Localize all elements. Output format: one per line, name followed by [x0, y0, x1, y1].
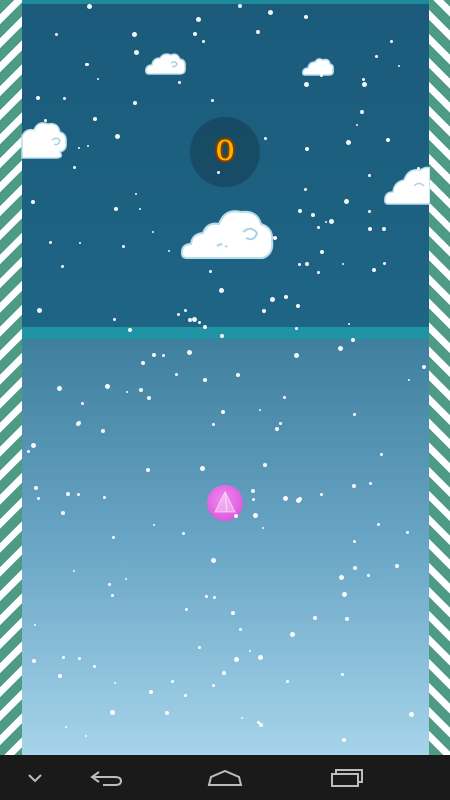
zone-divider-bar: [22, 327, 429, 339]
hide-keyboard-button[interactable]: [18, 755, 52, 800]
cloud-icon: [21, 122, 67, 159]
cloud-icon: [384, 166, 430, 205]
triangle-icon: [214, 490, 236, 513]
score-counter: 0: [214, 134, 237, 169]
left-striped-wall: [0, 0, 22, 755]
chevron-down-icon: [28, 773, 42, 782]
player-ball[interactable]: [207, 485, 243, 521]
recent-apps-button[interactable]: [322, 755, 372, 800]
back-arrow-icon: [90, 770, 123, 786]
home-button[interactable]: [200, 755, 250, 800]
score-badge: 0: [190, 117, 260, 187]
lower-sky-zone: [22, 339, 429, 755]
cloud-icon: [181, 210, 274, 259]
right-striped-wall: [429, 0, 450, 755]
game-screen[interactable]: 0: [0, 0, 450, 755]
top-edge-bar: [22, 0, 429, 4]
cloud-icon: [302, 58, 334, 76]
cloud-icon: [145, 53, 186, 75]
system-navigation-bar: [0, 755, 450, 800]
home-icon: [207, 769, 243, 786]
recent-apps-icon: [331, 768, 363, 787]
back-button[interactable]: [82, 755, 130, 800]
